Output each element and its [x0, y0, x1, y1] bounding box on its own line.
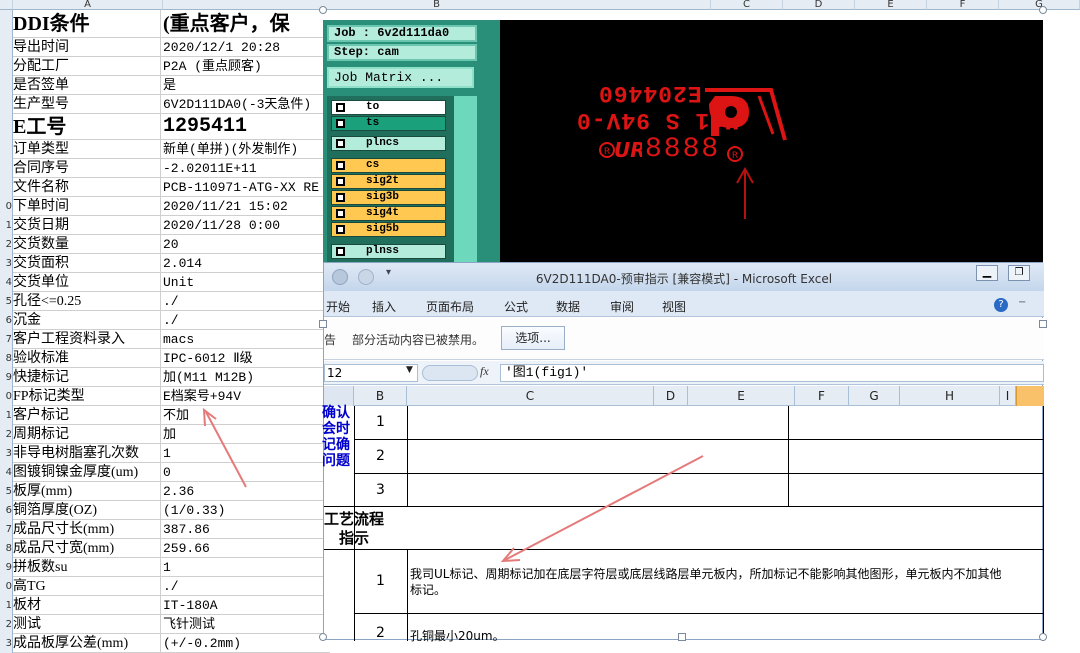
resize-handle-br[interactable]	[1039, 633, 1047, 641]
resize-handle-l[interactable]	[319, 320, 327, 328]
resize-handle-r[interactable]	[1039, 320, 1047, 328]
resize-handle-tr[interactable]	[1039, 6, 1047, 14]
resize-handle-bl[interactable]	[319, 633, 327, 641]
resize-handle-tl[interactable]	[319, 6, 327, 14]
annotation-overlay	[202, 407, 704, 563]
annotation-arrow-ul-instruction	[500, 455, 704, 563]
annotation-arrow-fp-mark	[202, 407, 247, 488]
resize-handle-b[interactable]	[678, 633, 686, 641]
